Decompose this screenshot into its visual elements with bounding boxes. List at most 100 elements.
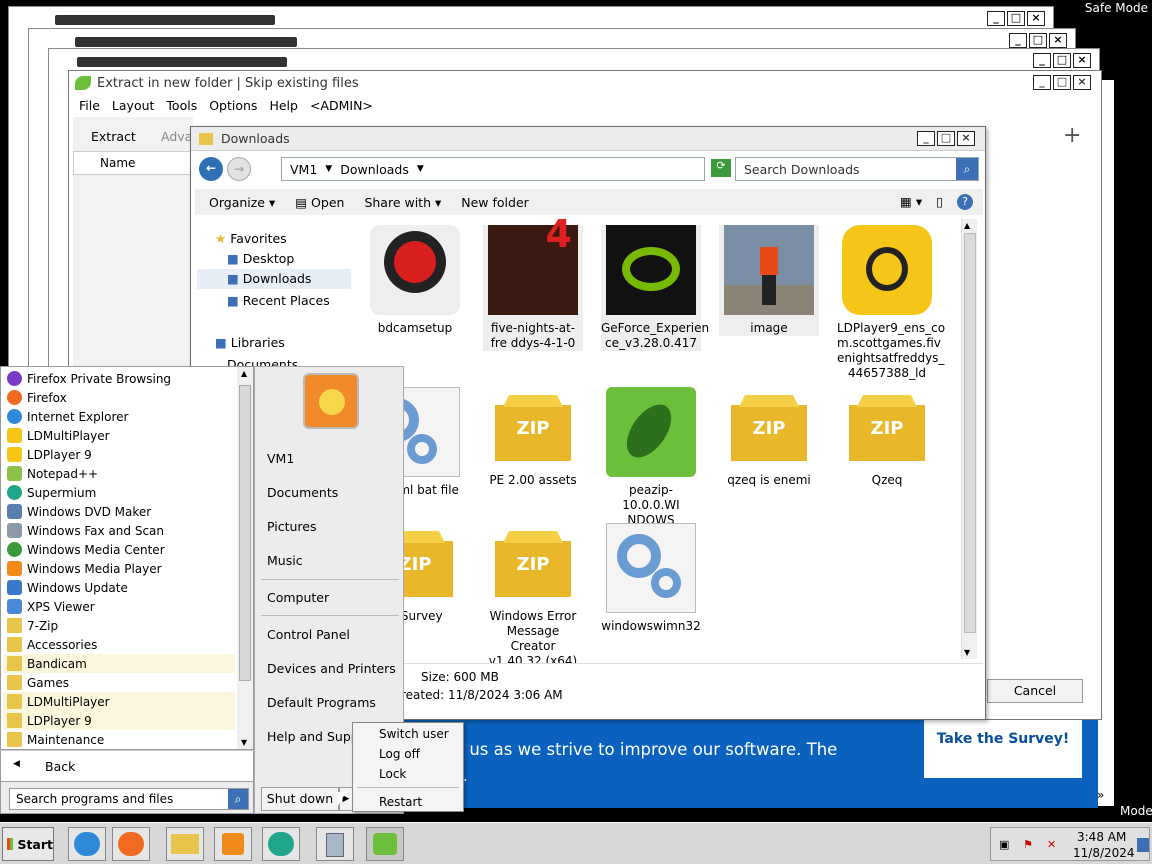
start-button[interactable]: Start [2,827,54,861]
taskbar-peazip[interactable] [366,827,404,861]
plus-icon[interactable]: + [1063,123,1081,148]
shutdown-button[interactable]: Shut down [261,787,339,811]
file-item[interactable]: LDPlayer9_ens_co m.scottgames.fiv enight… [837,225,945,381]
column-name[interactable]: Name [100,156,135,170]
nav-recent-places[interactable]: ■ Recent Places [227,293,330,308]
taskbar-internet-explorer[interactable] [68,827,106,861]
help-icon[interactable]: ? [957,194,973,210]
column-header[interactable]: Name [73,151,193,175]
file-item[interactable]: image [719,225,819,336]
programs-scrollbar[interactable]: ▲ ▼ [237,367,253,749]
network-icon[interactable]: ▣ [999,838,1009,851]
program-item[interactable]: Accessories [7,635,97,654]
scrollbar-thumb[interactable] [964,233,976,633]
program-item[interactable]: Windows Update [7,578,128,597]
program-item[interactable]: Windows Media Center [7,540,165,559]
switch-user-item[interactable]: Switch user [379,727,449,741]
program-item[interactable]: Bandicam [3,654,235,673]
preview-pane-icon[interactable]: ▯ [936,194,943,210]
program-item[interactable]: LDPlayer 9 [3,711,235,730]
taskbar-supermium[interactable] [262,827,300,861]
program-item[interactable]: Games [7,673,69,692]
open-button[interactable]: ▤ Open [295,195,344,210]
start-documents[interactable]: Documents [267,485,338,500]
peazip-titlebar[interactable]: Extract in new folder | Skip existing fi… [69,71,1101,95]
start-user[interactable]: VM1 [267,451,294,466]
close-button[interactable]: × [957,131,975,146]
file-item[interactable]: ZIP Qzeq [837,387,937,488]
survey-button[interactable]: Take the Survey! [924,720,1082,778]
program-item[interactable]: 7-Zip [7,616,58,635]
clock-time[interactable]: 3:48 AM [1077,830,1126,844]
nav-desktop[interactable]: ■ Desktop [227,251,294,266]
search-icon[interactable]: ⌕ [228,789,248,809]
cancel-button[interactable]: Cancel [987,679,1083,703]
nav-libraries[interactable]: ■ Libraries [215,335,285,350]
start-music[interactable]: Music [267,553,303,568]
program-item[interactable]: Maintenance [7,730,104,749]
restart-item[interactable]: Restart [379,795,422,809]
log-off-item[interactable]: Log off [379,747,420,761]
back-arrow-icon[interactable]: ← [199,157,223,181]
vertical-scrollbar[interactable]: ▲ ▼ [961,219,977,659]
start-computer[interactable]: Computer [267,590,329,605]
program-item[interactable]: LDMultiPlayer [7,426,110,445]
refresh-icon[interactable]: ⟳ [711,159,731,177]
search-box[interactable]: Search Downloads ⌕ [735,157,979,181]
menu-options[interactable]: Options [209,98,257,113]
program-item[interactable]: Supermium [7,483,96,502]
lock-item[interactable]: Lock [379,767,406,781]
minimize-button[interactable]: _ [1033,75,1051,90]
program-item[interactable]: LDMultiPlayer [3,692,235,711]
start-pictures[interactable]: Pictures [267,519,317,534]
user-avatar[interactable] [303,373,359,429]
breadcrumb-vm1[interactable]: VM1 [290,162,317,177]
breadcrumb-downloads[interactable]: Downloads [340,162,409,177]
close-button[interactable]: × [1073,75,1091,90]
search-input[interactable]: Search Downloads [744,162,860,177]
taskbar-media-player[interactable] [214,827,252,861]
taskbar-calculator[interactable] [316,827,354,861]
menu-admin[interactable]: <ADMIN> [310,98,373,113]
minimize-button[interactable]: _ [917,131,935,146]
address-bar[interactable]: VM1 ▼ Downloads ▼ [281,157,705,181]
menu-tools[interactable]: Tools [166,98,197,113]
explorer-titlebar[interactable]: Downloads _ □ × [191,127,985,151]
taskbar-firefox[interactable] [112,827,150,861]
volume-muted-icon[interactable]: ✕ [1047,838,1056,851]
file-item[interactable]: GeForce_Experien ce_v3.28.0.417 [601,225,709,351]
file-item[interactable]: bdcamsetup [365,225,465,336]
start-control-panel[interactable]: Control Panel [267,627,350,642]
nav-downloads[interactable]: ■ Downloads [197,269,351,289]
file-item[interactable]: ZIP Windows Error Message Creator v1.40.… [483,523,583,669]
program-item[interactable]: Windows Media Player [7,559,162,578]
program-item[interactable]: Internet Explorer [7,407,128,426]
search-programs-box[interactable]: Search programs and files ⌕ [9,788,249,810]
search-programs-input[interactable]: Search programs and files [16,792,173,806]
tab-extract[interactable]: Extract [91,129,136,144]
menu-layout[interactable]: Layout [112,98,155,113]
program-item[interactable]: Firefox [7,388,67,407]
program-item[interactable]: Firefox Private Browsing [7,369,171,388]
new-folder-button[interactable]: New folder [461,195,529,210]
view-icon[interactable]: ▦ ▾ [900,194,922,210]
program-item[interactable]: Windows Fax and Scan [7,521,164,540]
taskbar-explorer[interactable] [166,827,204,861]
start-default-programs[interactable]: Default Programs [267,695,376,710]
file-item[interactable]: peazip-10.0.0.WI NDOWS [601,387,701,528]
maximize-button[interactable]: □ [1053,75,1071,90]
file-item[interactable]: ZIP PE 2.00 assets [483,387,583,488]
back-button[interactable]: Back [45,759,75,774]
start-devices-printers[interactable]: Devices and Printers [267,661,396,676]
program-item[interactable]: Notepad++ [7,464,98,483]
file-item[interactable]: ZIP qzeq is enemi [719,387,819,488]
program-item[interactable]: LDPlayer 9 [7,445,92,464]
maximize-button[interactable]: □ [937,131,955,146]
tab-advanced[interactable]: Adva [161,129,192,144]
action-center-icon[interactable]: ⚑ [1023,838,1033,851]
back-row[interactable]: ◀ Back [0,750,254,782]
show-desktop-icon[interactable] [1137,838,1149,852]
menu-file[interactable]: File [79,98,100,113]
organize-button[interactable]: Organize ▾ [209,195,275,210]
forward-arrow-icon[interactable]: → [227,157,251,181]
